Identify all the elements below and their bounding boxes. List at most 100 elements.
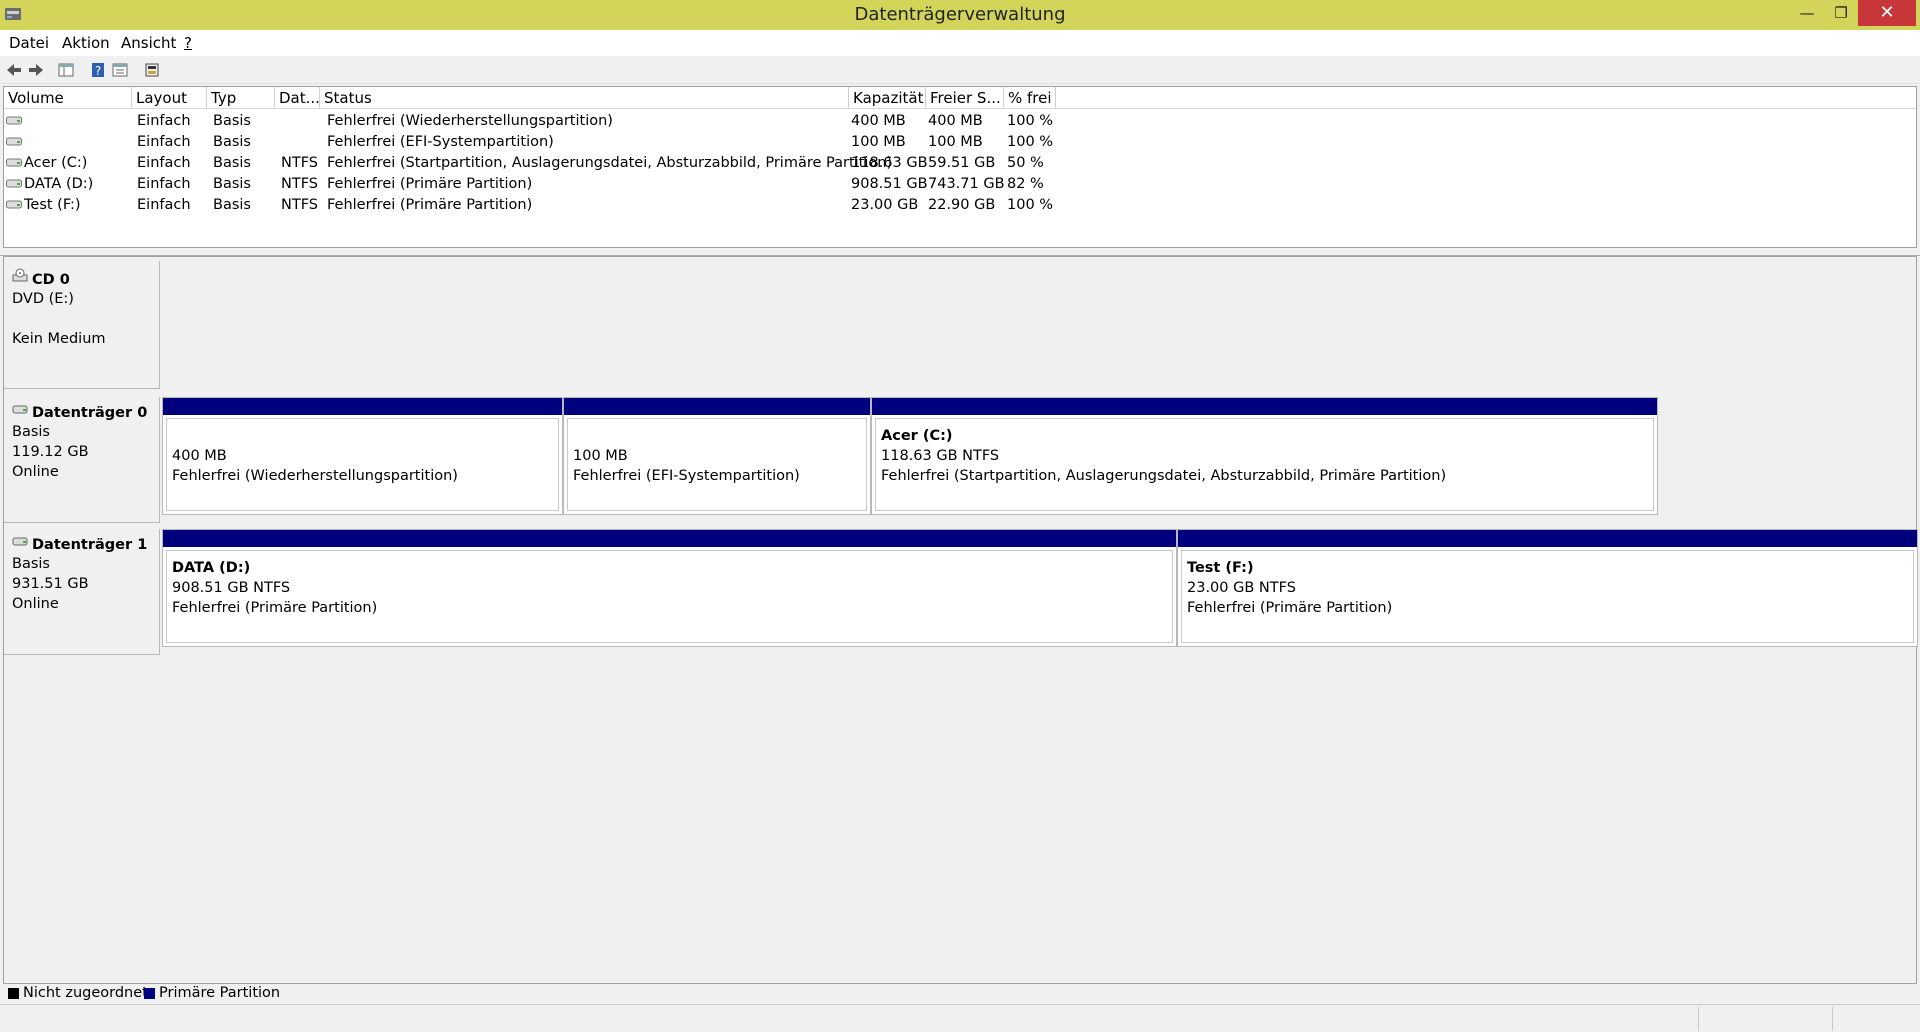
legend-label-primary: Primäre Partition [159,985,281,1001]
cell-status: Fehlerfrei (Primäre Partition) [327,176,533,192]
partition-status: Fehlerfrei (Primäre Partition) [172,600,378,616]
table-row[interactable]: Acer (C:) Einfach Basis NTFS Fehlerfrei … [4,153,1916,174]
minimize-button[interactable]: — [1788,0,1826,26]
cell-capacity: 118.63 GB [851,155,928,171]
disk-size: 931.51 GB [12,576,89,592]
cell-type: Basis [213,176,251,192]
drive-icon [6,200,22,209]
forward-arrow-icon[interactable] [26,60,46,80]
partition-acer-c[interactable]: Acer (C:) 118.63 GB NTFS Fehlerfrei (Sta… [871,397,1658,515]
cell-pct-free: 50 % [1007,155,1044,171]
partition-label: DATA (D:) [172,560,251,576]
volume-list-header: Volume Layout Typ Dat... Status Kapazitä… [4,87,1916,109]
column-header-freier-speicher[interactable]: Freier S... [926,87,1004,109]
partition-label: Test (F:) [1187,560,1254,576]
column-header-kapazitaet[interactable]: Kapazität [849,87,926,109]
table-row[interactable]: DATA (D:) Einfach Basis NTFS Fehlerfrei … [4,174,1916,195]
menu-ansicht[interactable]: Ansicht [121,34,176,52]
cell-pct-free: 100 % [1007,197,1054,213]
legend: Nicht zugeordnet Primäre Partition [3,984,1917,1004]
column-header-typ[interactable]: Typ [207,87,275,109]
disk-info-disk0[interactable]: Datenträger 0 Basis 119.12 GB Online [4,397,160,523]
disk-info-cd0[interactable]: CD 0 DVD (E:) Kein Medium [4,261,160,389]
column-header-status[interactable]: Status [320,87,849,109]
cell-layout: Einfach [137,176,191,192]
partition-data-d[interactable]: DATA (D:) 908.51 GB NTFS Fehlerfrei (Pri… [162,529,1177,647]
status-bar-divider [1832,1007,1833,1031]
partition-test-f[interactable]: Test (F:) 23.00 GB NTFS Fehlerfrei (Prim… [1177,529,1918,647]
primary-partition-bar [163,398,562,415]
cell-type: Basis [213,113,251,129]
cell-free: 400 MB [928,113,983,129]
console-tree-icon[interactable] [56,60,76,80]
cell-filesystem: NTFS [281,176,318,192]
cell-layout: Einfach [137,134,191,150]
cell-filesystem: NTFS [281,197,318,213]
partition-status: Fehlerfrei (Startpartition, Auslagerungs… [881,468,1447,484]
disk-settings-icon[interactable] [142,60,162,80]
disk-name: Datenträger 0 [32,405,148,421]
help-icon[interactable]: ? [88,60,108,80]
drive-icon [6,137,22,146]
partition-recovery[interactable]: 400 MB Fehlerfrei (Wiederherstellungspar… [162,397,563,515]
status-bar-divider [1698,1007,1699,1031]
cd-drive-icon [12,268,28,282]
pane-splitter[interactable] [0,248,1920,256]
cell-status: Fehlerfrei (Wiederherstellungspartition) [327,113,613,129]
menu-datei[interactable]: Datei [9,34,49,52]
drive-icon [6,116,22,125]
cell-capacity: 908.51 GB [851,176,928,192]
partition-size: 118.63 GB NTFS [881,448,1000,464]
cell-capacity: 100 MB [851,134,906,150]
cell-pct-free: 82 % [1007,176,1044,192]
cell-free: 743.71 GB [928,176,1005,192]
column-header-volume[interactable]: Volume [4,87,132,109]
partition-size: 400 MB [172,448,227,464]
partition-body: 400 MB Fehlerfrei (Wiederherstellungspar… [166,418,559,511]
table-row[interactable]: Einfach Basis Fehlerfrei (Wiederherstell… [4,111,1916,132]
disk-name: Datenträger 1 [32,537,148,553]
back-arrow-icon[interactable] [4,60,24,80]
column-header-layout[interactable]: Layout [132,87,207,109]
cell-volume: DATA (D:) [24,176,94,192]
title-bar: Datenträgerverwaltung — ❐ ✕ [0,0,1920,30]
partition-efi[interactable]: 100 MB Fehlerfrei (EFI-Systempartition) [563,397,871,515]
disk-type: Basis [12,556,50,572]
menu-help[interactable]: ? [184,34,192,52]
disk-name: CD 0 [32,272,70,288]
column-header-prozent-frei[interactable]: % frei [1004,87,1056,109]
partition-size: 908.51 GB NTFS [172,580,291,596]
close-button[interactable]: ✕ [1858,0,1916,26]
legend-swatch-primary [144,988,155,999]
disk-type: Basis [12,424,50,440]
disk-row-disk1: Datenträger 1 Basis 931.51 GB Online DAT… [4,529,1918,655]
menu-bar: Datei Aktion Ansicht ? [0,30,1920,56]
table-row[interactable]: Einfach Basis Fehlerfrei (EFI-Systempart… [4,132,1916,153]
disk-info-disk1[interactable]: Datenträger 1 Basis 931.51 GB Online [4,529,160,655]
disk-map: CD 0 DVD (E:) Kein Medium Datenträger 0 … [3,256,1918,984]
partition-status: Fehlerfrei (EFI-Systempartition) [573,468,800,484]
volume-list: Volume Layout Typ Dat... Status Kapazitä… [3,86,1917,248]
properties-icon[interactable] [110,60,130,80]
cell-capacity: 23.00 GB [851,197,919,213]
svg-text:?: ? [95,64,101,78]
partition-label: Acer (C:) [881,428,953,444]
window-title: Datenträgerverwaltung [854,4,1066,25]
cell-free: 22.90 GB [928,197,996,213]
cell-capacity: 400 MB [851,113,906,129]
cell-volume: Test (F:) [24,197,81,213]
toolbar: ? [0,56,1920,84]
cell-status: Fehlerfrei (Primäre Partition) [327,197,533,213]
cell-volume: Acer (C:) [24,155,88,171]
hard-disk-icon [12,537,28,546]
table-row[interactable]: Test (F:) Einfach Basis NTFS Fehlerfrei … [4,195,1916,216]
partition-body: DATA (D:) 908.51 GB NTFS Fehlerfrei (Pri… [166,550,1173,643]
column-header-dateisystem[interactable]: Dat... [275,87,320,109]
disk-row-cd0: CD 0 DVD (E:) Kein Medium [4,261,1916,389]
cell-pct-free: 100 % [1007,113,1054,129]
menu-aktion[interactable]: Aktion [62,34,110,52]
partition-body: Test (F:) 23.00 GB NTFS Fehlerfrei (Prim… [1181,550,1914,643]
legend-swatch-unallocated [8,988,19,999]
cell-free: 59.51 GB [928,155,996,171]
maximize-button[interactable]: ❐ [1822,0,1860,26]
